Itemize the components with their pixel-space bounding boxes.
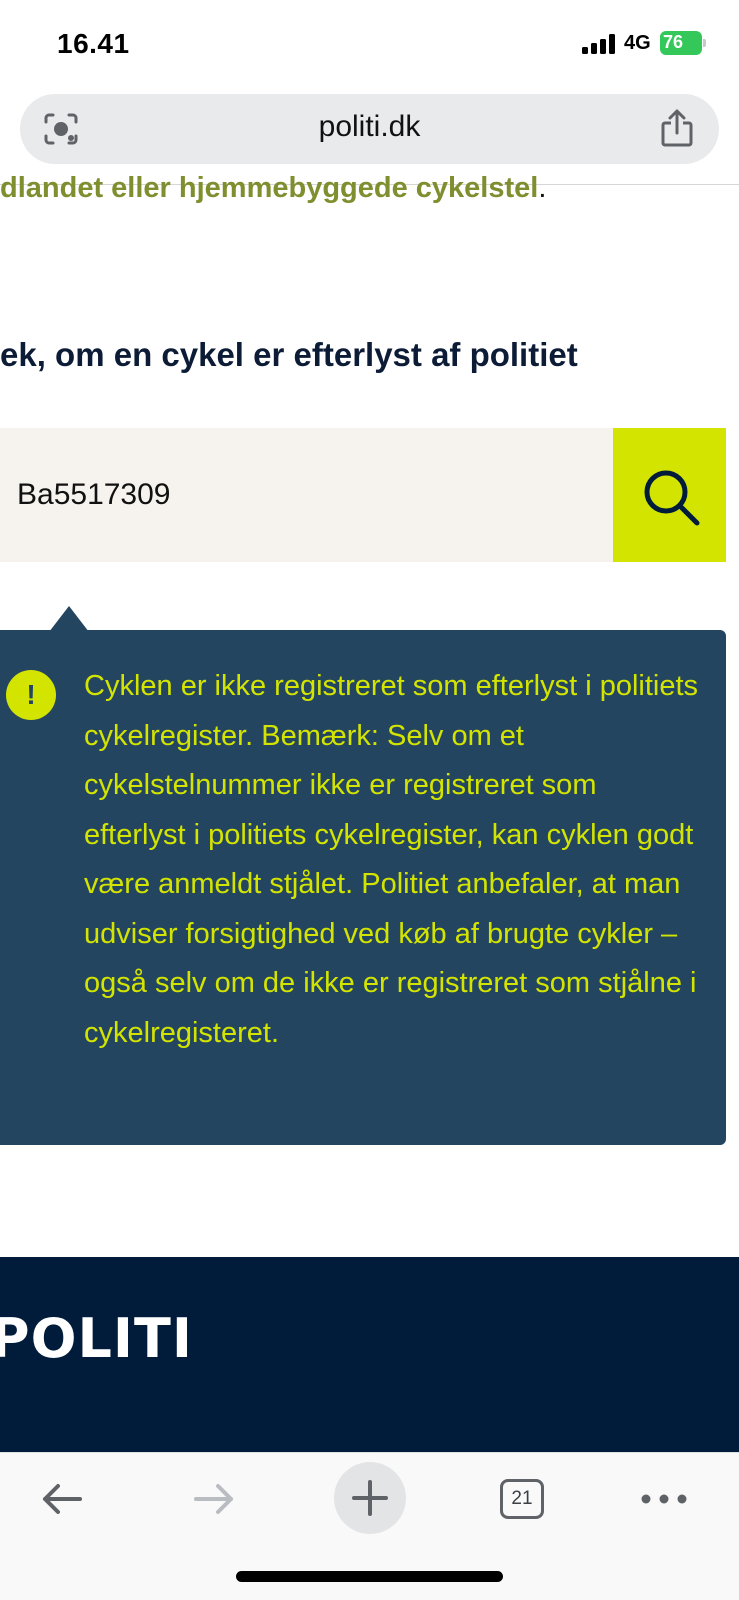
home-indicator bbox=[236, 1571, 503, 1582]
search-button[interactable] bbox=[613, 428, 726, 562]
tabs-button[interactable]: 21 bbox=[498, 1475, 546, 1523]
tab-count: 21 bbox=[500, 1479, 544, 1519]
exclamation-icon: ! bbox=[6, 670, 56, 720]
status-bar: 16.41 4G 76 bbox=[0, 0, 739, 90]
battery-icon: 76 bbox=[660, 31, 706, 55]
section-heading: ek, om en cykel er efterlyst af politiet bbox=[0, 336, 578, 373]
politi-logo[interactable]: POLITI bbox=[0, 1307, 193, 1370]
more-button[interactable] bbox=[634, 1475, 694, 1523]
search-result-box: ! Cyklen er ikke registreret som efterly… bbox=[0, 630, 726, 1145]
partial-text-line: dlandet eller hjemmebyggede cykelstel. bbox=[0, 172, 546, 205]
url-bar[interactable]: politi.dk bbox=[20, 94, 719, 164]
camera-search-icon[interactable] bbox=[42, 112, 80, 146]
arrow-right-icon bbox=[194, 1484, 233, 1514]
network-label: 4G bbox=[624, 32, 651, 54]
bike-search-input[interactable] bbox=[0, 428, 613, 562]
signal-icon bbox=[582, 34, 615, 54]
more-dots-icon bbox=[641, 1494, 687, 1504]
share-icon[interactable] bbox=[659, 108, 695, 148]
battery-level: 76 bbox=[663, 32, 684, 52]
partial-link-text[interactable]: dlandet eller hjemmebyggede cykelstel bbox=[0, 172, 538, 204]
search-result-message: Cyklen er ikke registreret som efterlyst… bbox=[84, 670, 699, 1049]
partial-text-period: . bbox=[538, 172, 547, 204]
new-tab-button[interactable] bbox=[334, 1462, 406, 1534]
back-button[interactable] bbox=[38, 1475, 86, 1523]
arrow-left-icon bbox=[43, 1484, 82, 1514]
result-pointer bbox=[49, 606, 89, 632]
status-time: 16.41 bbox=[57, 28, 130, 59]
url-text[interactable]: politi.dk bbox=[20, 110, 719, 144]
site-footer: POLITI bbox=[0, 1257, 739, 1457]
search-icon bbox=[644, 470, 700, 526]
forward-button[interactable] bbox=[190, 1475, 238, 1523]
plus-icon bbox=[352, 1480, 388, 1516]
